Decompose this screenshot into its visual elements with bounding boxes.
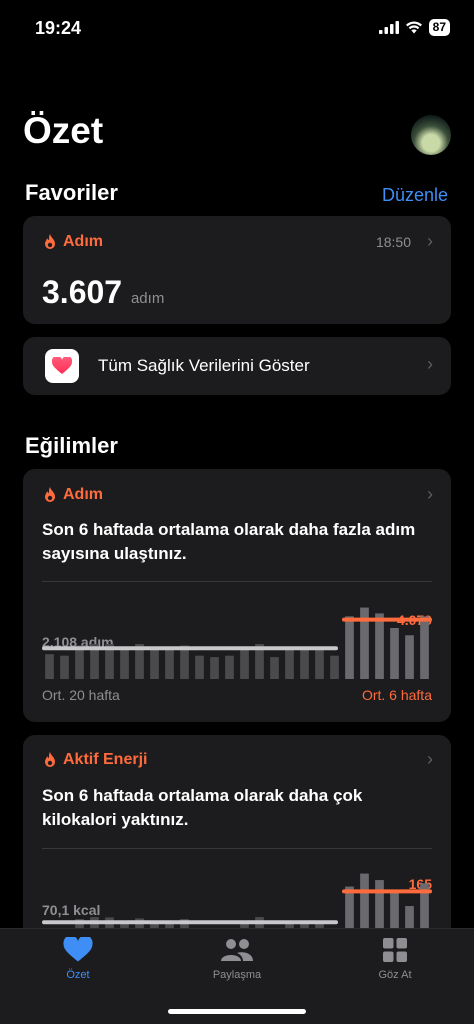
old-average-line (42, 646, 338, 651)
chevron-right-icon: › (427, 484, 433, 504)
flame-icon (45, 487, 55, 502)
chart-bar (150, 646, 159, 679)
steps-label-text: Adım (63, 233, 103, 250)
new-average-line (342, 617, 432, 622)
chart-bar (60, 655, 69, 679)
chart-bar (45, 654, 54, 679)
chart-bar (75, 645, 84, 679)
energy-trend-label: Aktif Enerji (43, 751, 147, 769)
tab-summary[interactable]: Özet (23, 937, 133, 981)
people-icon (221, 939, 253, 961)
chevron-right-icon: › (427, 749, 433, 769)
chart-bar (390, 627, 399, 679)
energy-trend-text: Son 6 haftada ortalama olarak daha çok k… (42, 786, 363, 829)
chart-bar (180, 645, 189, 679)
show-all-data-label: Tüm Sağlık Verilerini Göster (98, 356, 310, 375)
battery-indicator: 87 (428, 19, 450, 36)
divider (42, 581, 432, 582)
grid-icon (383, 938, 407, 962)
chart-bar (270, 657, 279, 679)
wifi-icon (405, 21, 422, 34)
chart-bar (120, 648, 129, 679)
new-average-line (342, 889, 432, 894)
steps-avg-left-label: Ort. 20 hafta (42, 687, 120, 703)
tab-summary-label: Özet (66, 969, 90, 981)
divider (42, 848, 432, 849)
steps-trend-chart (42, 607, 432, 679)
chart-bar (195, 655, 204, 679)
status-icons: 87 (378, 19, 450, 36)
favorites-title: Favoriler (25, 180, 118, 205)
flame-icon (45, 752, 55, 767)
status-time: 19:24 (35, 18, 82, 38)
edit-button[interactable]: Düzenle (382, 185, 448, 206)
steps-avg-right-label: Ort. 6 hafta (361, 687, 432, 703)
chevron-right-icon: › (427, 231, 433, 251)
steps-trend-card[interactable]: Adım › Son 6 haftada ortalama olarak dah… (23, 469, 451, 722)
show-all-health-data-row[interactable]: Tüm Sağlık Verilerini Göster › (23, 337, 451, 395)
chart-bar (375, 613, 384, 679)
chart-bar (285, 648, 294, 679)
heart-icon (63, 937, 93, 962)
steps-value: 3.607 (42, 274, 123, 310)
tab-sharing-label: Paylaşma (212, 969, 262, 981)
health-app-icon (45, 349, 79, 383)
tab-sharing[interactable]: Paylaşma (182, 937, 292, 981)
chart-bar (165, 648, 174, 679)
steps-trend-label-text: Adım (63, 486, 103, 503)
chart-bar (405, 635, 414, 679)
chevron-right-icon: › (427, 354, 433, 374)
steps-unit: adım (130, 290, 165, 307)
energy-trend-label-text: Aktif Enerji (63, 751, 148, 768)
steps-trend-label: Adım (43, 486, 103, 504)
status-bar: 19:24 87 (0, 0, 474, 58)
chart-bar (225, 655, 234, 679)
tab-browse-label: Göz At (378, 969, 412, 981)
chart-bar (330, 655, 339, 679)
page-title: Özet (23, 110, 104, 151)
chart-bar (420, 616, 429, 679)
profile-avatar[interactable] (411, 115, 451, 155)
trends-title: Eğilimler (25, 433, 118, 458)
steps-trend-text: Son 6 haftada ortalama olarak daha fazla… (42, 520, 416, 563)
chart-bar (210, 657, 219, 679)
chart-bar (240, 648, 249, 679)
chart-bar (315, 648, 324, 679)
flame-icon (45, 234, 55, 249)
chart-bar (300, 649, 309, 679)
chart-bar (345, 616, 354, 679)
steps-time: 18:50 (375, 234, 411, 250)
tab-browse[interactable]: Göz At (340, 937, 450, 981)
steps-value-row: 3.607 adım (42, 274, 164, 311)
steps-favorite-card[interactable]: Adım 18:50 › 3.607 adım (23, 216, 451, 324)
steps-label: Adım (43, 233, 103, 251)
old-average-line (42, 920, 338, 925)
home-indicator (168, 1009, 306, 1014)
signal-icon (378, 21, 399, 34)
